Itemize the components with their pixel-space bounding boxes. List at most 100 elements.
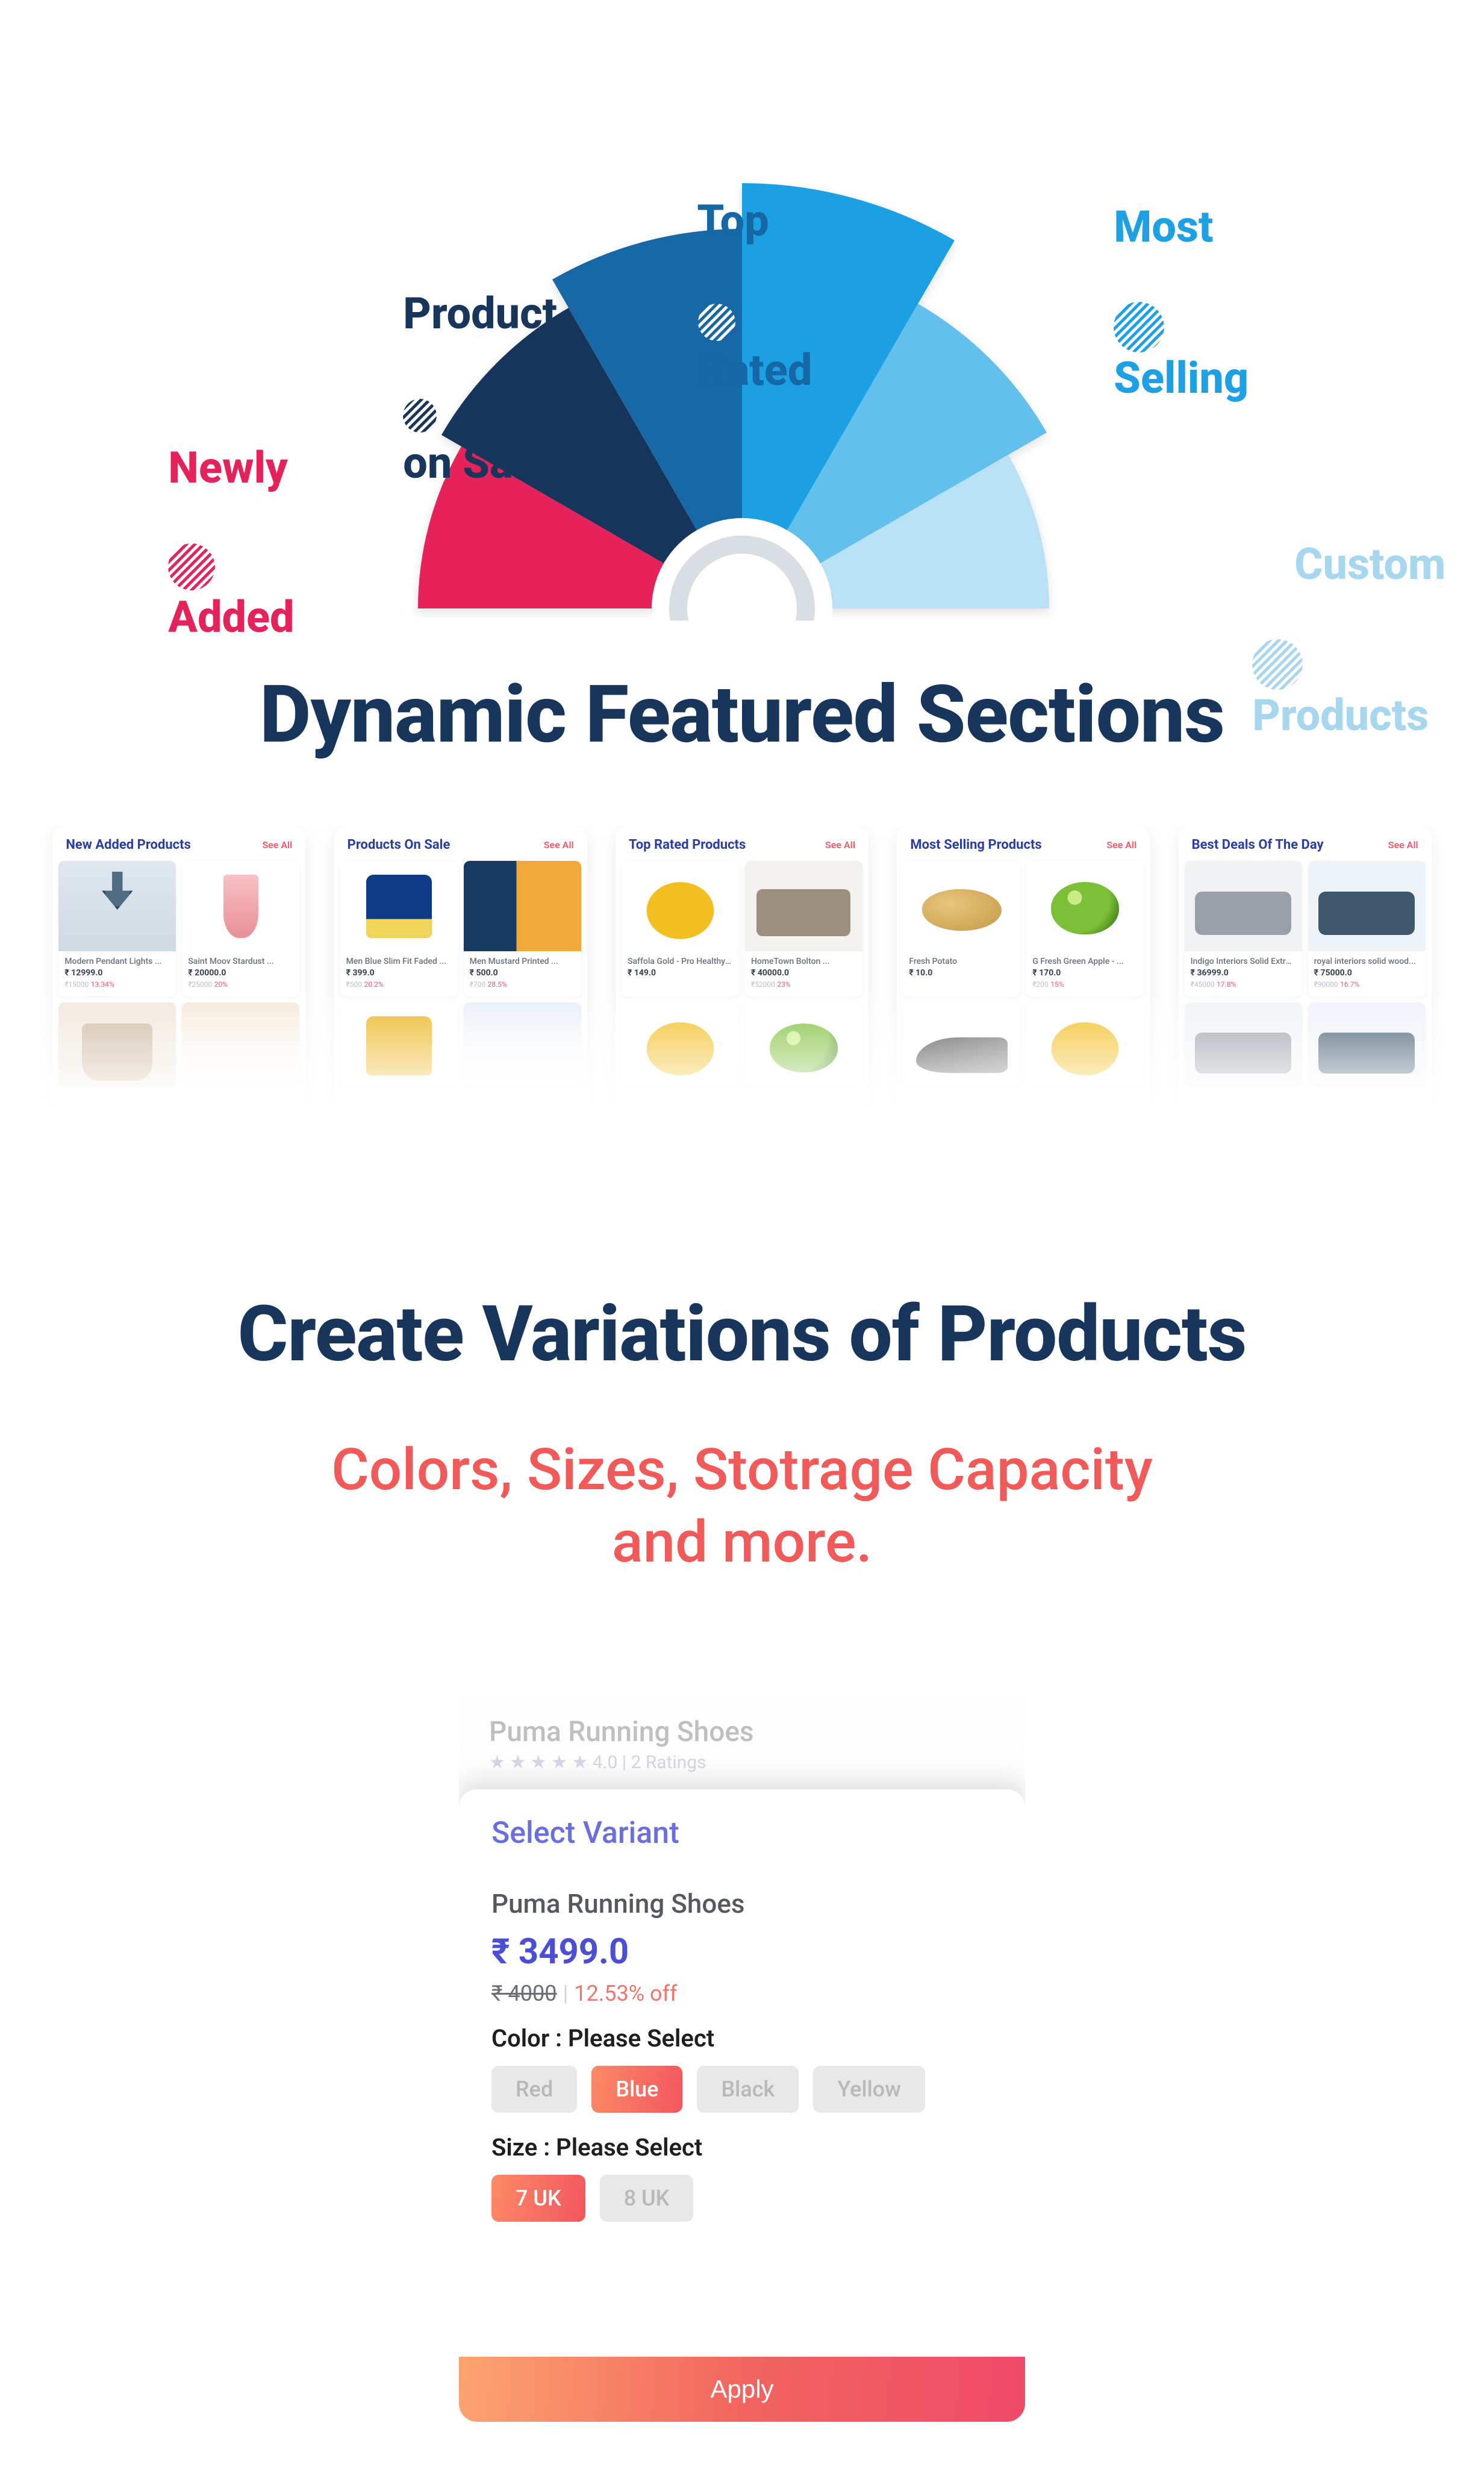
see-all-link[interactable]: See All <box>544 839 574 851</box>
product-card[interactable] <box>58 1002 176 1087</box>
product-image <box>58 1002 176 1087</box>
product-image <box>340 861 458 951</box>
see-all-link[interactable]: See All <box>1388 839 1418 851</box>
product-discount: 28.5% <box>488 980 507 989</box>
product-card[interactable] <box>1185 1002 1302 1087</box>
product-image <box>1308 1002 1426 1087</box>
product-image <box>622 861 739 951</box>
product-card[interactable] <box>1026 1002 1144 1087</box>
product-name: royal interiors solid wood... <box>1314 956 1420 968</box>
product-price: ₹ 10.0 <box>909 968 1014 979</box>
product-old-price: ₹500 <box>346 980 362 989</box>
fan-label-custom-products: Custom Products <box>1144 440 1445 840</box>
product-card[interactable]: Saint Moov Stardust ...₹ 20000.0₹25000 2… <box>182 861 299 996</box>
product-old-price: ₹90000 <box>1314 980 1338 989</box>
product-card[interactable]: Indigo Interiors Solid Extra...₹ 36999.0… <box>1185 861 1302 996</box>
product-discount: 16.7% <box>1340 980 1359 989</box>
fan-label-top-rated: Top Rated <box>590 96 812 495</box>
product-image <box>1185 1002 1302 1087</box>
product-price: ₹ 500.0 <box>470 968 575 979</box>
color-attr-label: Color : Please Select <box>491 2024 993 2052</box>
product-image <box>903 861 1020 951</box>
product-image <box>745 861 862 951</box>
see-all-link[interactable]: See All <box>262 839 292 851</box>
variant-name: Puma Running Shoes <box>491 1888 993 1919</box>
product-old-price: ₹200 <box>1032 980 1048 989</box>
product-image <box>58 861 176 951</box>
variant-price-line: ₹ 4000|12.53% off <box>491 1981 993 2006</box>
color-chip[interactable]: Black <box>697 2066 799 2113</box>
product-name: HomeTown Bolton ... <box>751 956 856 968</box>
variant-discount: 12.53% off <box>574 1981 677 2006</box>
product-card[interactable]: Men Mustard Printed ...₹ 500.0₹700 28.5% <box>464 861 581 996</box>
product-card[interactable] <box>745 1002 862 1087</box>
section-card: New Added Products See All Modern Pendant … <box>52 825 305 1115</box>
product-card[interactable] <box>903 1002 1020 1087</box>
product-card[interactable]: Saffola Gold - Pro Healthy ...₹ 149.0 <box>622 861 739 996</box>
section-title: Top Rated Products <box>629 837 746 852</box>
section-title: Best Deals Of The Day <box>1192 837 1324 852</box>
variant-panel: Puma Running Shoes ★ ★ ★ ★ ★ 4.0 | 2 Rat… <box>459 1627 1025 2422</box>
product-card[interactable]: Fresh Potato₹ 10.0 <box>903 861 1020 996</box>
product-old-price: ₹25000 <box>188 980 212 989</box>
fan-label-product-on-sale: Product on Sale <box>295 189 557 588</box>
product-image <box>1185 861 1302 951</box>
product-image <box>464 861 581 951</box>
sections-carousel: New Added Products See All Modern Pendant … <box>0 825 1484 1115</box>
product-price: ₹ 399.0 <box>346 968 452 979</box>
product-image <box>622 1002 739 1087</box>
section-card: Best Deals Of The Day See All Indigo Inter… <box>1179 825 1432 1115</box>
apply-button[interactable]: Apply <box>459 2357 1025 2422</box>
bg-product-rating: ★ ★ ★ ★ ★ 4.0 | 2 Ratings <box>489 1752 706 1773</box>
product-image <box>1026 861 1144 951</box>
product-card[interactable]: G Fresh Green Apple - ...₹ 170.0₹200 15% <box>1026 861 1144 996</box>
color-chip[interactable]: Yellow <box>813 2066 925 2113</box>
bg-product-name: Puma Running Shoes <box>489 1716 754 1748</box>
product-image <box>1308 861 1426 951</box>
product-price: ₹ 36999.0 <box>1191 968 1296 979</box>
product-card[interactable] <box>182 1002 299 1087</box>
product-image <box>1026 1002 1144 1087</box>
product-discount: 23% <box>777 980 790 989</box>
subtitle-variations: Colors, Sizes, Stotrage Capacityand more… <box>0 1434 1484 1578</box>
product-name: Indigo Interiors Solid Extra... <box>1191 956 1296 968</box>
product-card[interactable]: Modern Pendant Lights ...₹ 12999.0₹15000… <box>58 861 176 996</box>
size-chips: 7 UK 8 UK <box>491 2175 993 2222</box>
product-card[interactable] <box>622 1002 739 1087</box>
product-price: ₹ 170.0 <box>1032 968 1138 979</box>
product-price: ₹ 20000.0 <box>188 968 293 979</box>
color-chip[interactable]: Blue <box>591 2066 682 2113</box>
product-card[interactable] <box>464 1002 581 1087</box>
section-card: Most Selling Products See All Fresh Potato… <box>897 825 1150 1115</box>
section-title: New Added Products <box>66 837 191 852</box>
product-image <box>182 1002 299 1087</box>
heading-dynamic-featured: Dynamic Featured Sections <box>0 669 1484 761</box>
section-title: Products On Sale <box>348 837 450 852</box>
product-price: ₹ 12999.0 <box>64 968 170 979</box>
color-chip[interactable]: Red <box>491 2066 577 2113</box>
section-card: Products On Sale See All Men Blue Slim Fit… <box>334 825 587 1115</box>
see-all-link[interactable]: See All <box>1106 839 1136 851</box>
product-name: Men Blue Slim Fit Faded ... <box>346 956 452 968</box>
product-card[interactable]: royal interiors solid wood...₹ 75000.0₹9… <box>1308 861 1426 996</box>
product-discount: 13.34% <box>91 980 114 989</box>
product-name: Fresh Potato <box>909 956 1014 968</box>
product-image <box>745 1002 862 1087</box>
product-old-price: ₹700 <box>470 980 485 989</box>
size-chip[interactable]: 8 UK <box>600 2175 694 2222</box>
product-discount: 15% <box>1050 980 1064 989</box>
product-price: ₹ 149.0 <box>628 968 733 979</box>
product-card[interactable]: HomeTown Bolton ...₹ 40000.0₹52000 23% <box>745 861 862 996</box>
section-title: Most Selling Products <box>910 837 1041 852</box>
variant-old-price: ₹ 4000 <box>491 1981 556 2006</box>
sheet-title: Select Variant <box>491 1816 993 1851</box>
product-image <box>340 1002 458 1087</box>
product-card[interactable]: Men Blue Slim Fit Faded ...₹ 399.0₹500 2… <box>340 861 458 996</box>
product-name: Men Mustard Printed ... <box>470 956 575 968</box>
product-image <box>182 861 299 951</box>
product-card[interactable] <box>1308 1002 1426 1087</box>
product-name: Saffola Gold - Pro Healthy ... <box>628 956 733 968</box>
product-card[interactable] <box>340 1002 458 1087</box>
see-all-link[interactable]: See All <box>825 839 855 851</box>
size-chip[interactable]: 7 UK <box>491 2175 585 2222</box>
